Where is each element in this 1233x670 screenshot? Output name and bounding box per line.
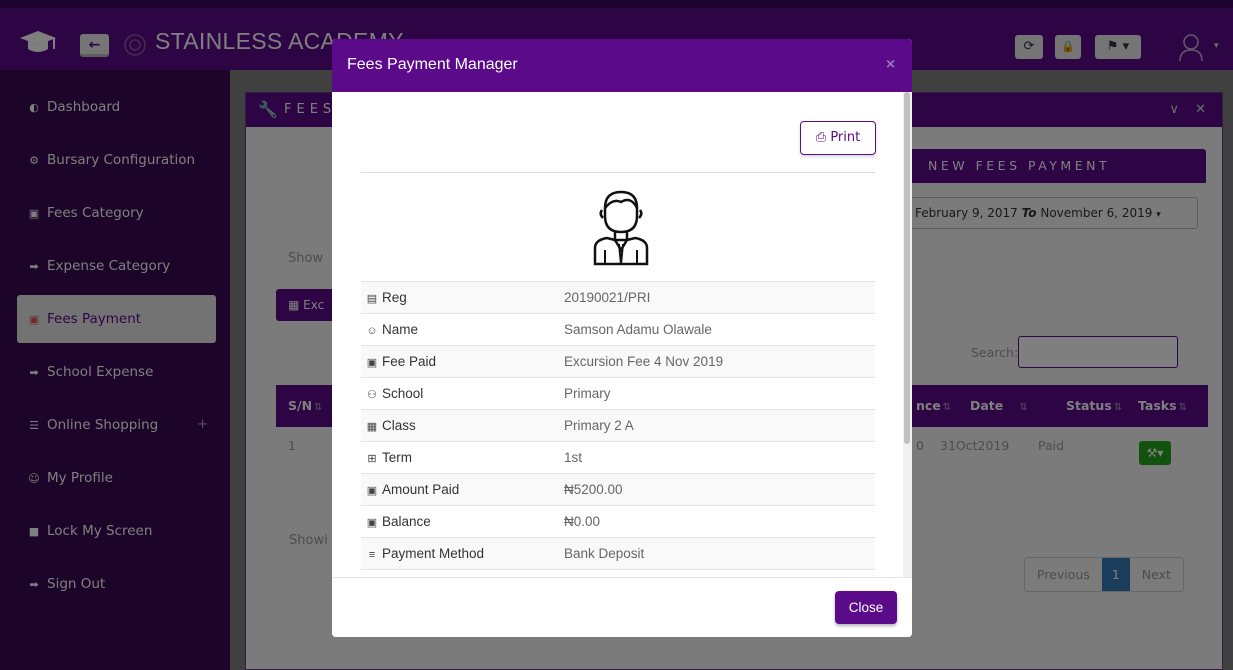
info-value: Samson Adamu Olawale	[564, 313, 875, 346]
table-row: ▦ Class Primary 2 A	[361, 409, 875, 442]
table-row	[361, 569, 875, 577]
info-key: Amount Paid	[382, 482, 460, 497]
modal-footer: Close	[332, 577, 912, 637]
table-row: ☺ Name Samson Adamu Olawale	[361, 313, 875, 346]
modal-title: Fees Payment Manager	[347, 56, 518, 73]
table-row: ▣ Balance ₦0.00	[361, 505, 875, 538]
info-value: Primary 2 A	[564, 409, 875, 442]
bars-icon: ≡	[368, 549, 376, 561]
book-icon: ▤	[366, 293, 378, 305]
fees-payment-modal: Fees Payment Manager × ⎙ Print ▤ Reg 20190…	[332, 39, 912, 637]
modal-body: ⎙ Print ▤ Reg 20190021/PRI ☺ Name Samson Ada…	[332, 92, 912, 577]
table-row: ▣ Amount Paid ₦5200.00	[361, 473, 875, 506]
info-value: Bank Deposit	[564, 537, 875, 570]
close-icon[interactable]: ×	[885, 57, 896, 72]
modal-scrollbar[interactable]	[903, 92, 912, 577]
money-icon: ▣	[366, 357, 378, 369]
table-row: ≡ Payment Method Bank Deposit	[361, 537, 875, 570]
info-value: Excursion Fee 4 Nov 2019	[564, 345, 875, 378]
print-label: Print	[830, 130, 861, 145]
table-row: ▤ Reg 20190021/PRI	[361, 281, 875, 314]
info-value: Primary	[564, 377, 875, 410]
user-icon: ☺	[366, 325, 378, 337]
close-button[interactable]: Close	[835, 591, 897, 624]
info-value: ₦5200.00	[564, 473, 875, 506]
table-row: ▣ Fee Paid Excursion Fee 4 Nov 2019	[361, 345, 875, 378]
info-value: 1st	[564, 441, 875, 474]
users-icon: ⚇	[367, 389, 377, 401]
print-button[interactable]: ⎙ Print	[800, 121, 876, 155]
modal-header: Fees Payment Manager ×	[332, 39, 912, 92]
scrollbar-thumb[interactable]	[904, 92, 910, 444]
info-key: Class	[382, 418, 416, 433]
info-value: ₦0.00	[564, 505, 875, 538]
money-icon: ▣	[366, 485, 378, 497]
calendar-icon: ▦	[366, 421, 378, 433]
student-avatar-icon	[593, 190, 649, 266]
print-icon: ⎙	[815, 130, 827, 145]
divider	[361, 172, 875, 173]
table-row: ⚇ School Primary	[361, 377, 875, 410]
info-value: 20190021/PRI	[564, 281, 875, 314]
money-icon: ▣	[366, 517, 378, 529]
info-key: Name	[382, 322, 419, 337]
info-key: Payment Method	[382, 546, 485, 561]
info-key: Term	[382, 450, 412, 465]
info-key: Fee Paid	[382, 354, 437, 369]
info-key: School	[382, 386, 424, 401]
info-key: Reg	[382, 290, 407, 305]
calendar-plus-icon: ⊞	[367, 453, 377, 465]
student-info-table: ▤ Reg 20190021/PRI ☺ Name Samson Adamu Olawa…	[361, 281, 875, 577]
table-row: ⊞ Term 1st	[361, 441, 875, 474]
info-key: Balance	[382, 514, 431, 529]
